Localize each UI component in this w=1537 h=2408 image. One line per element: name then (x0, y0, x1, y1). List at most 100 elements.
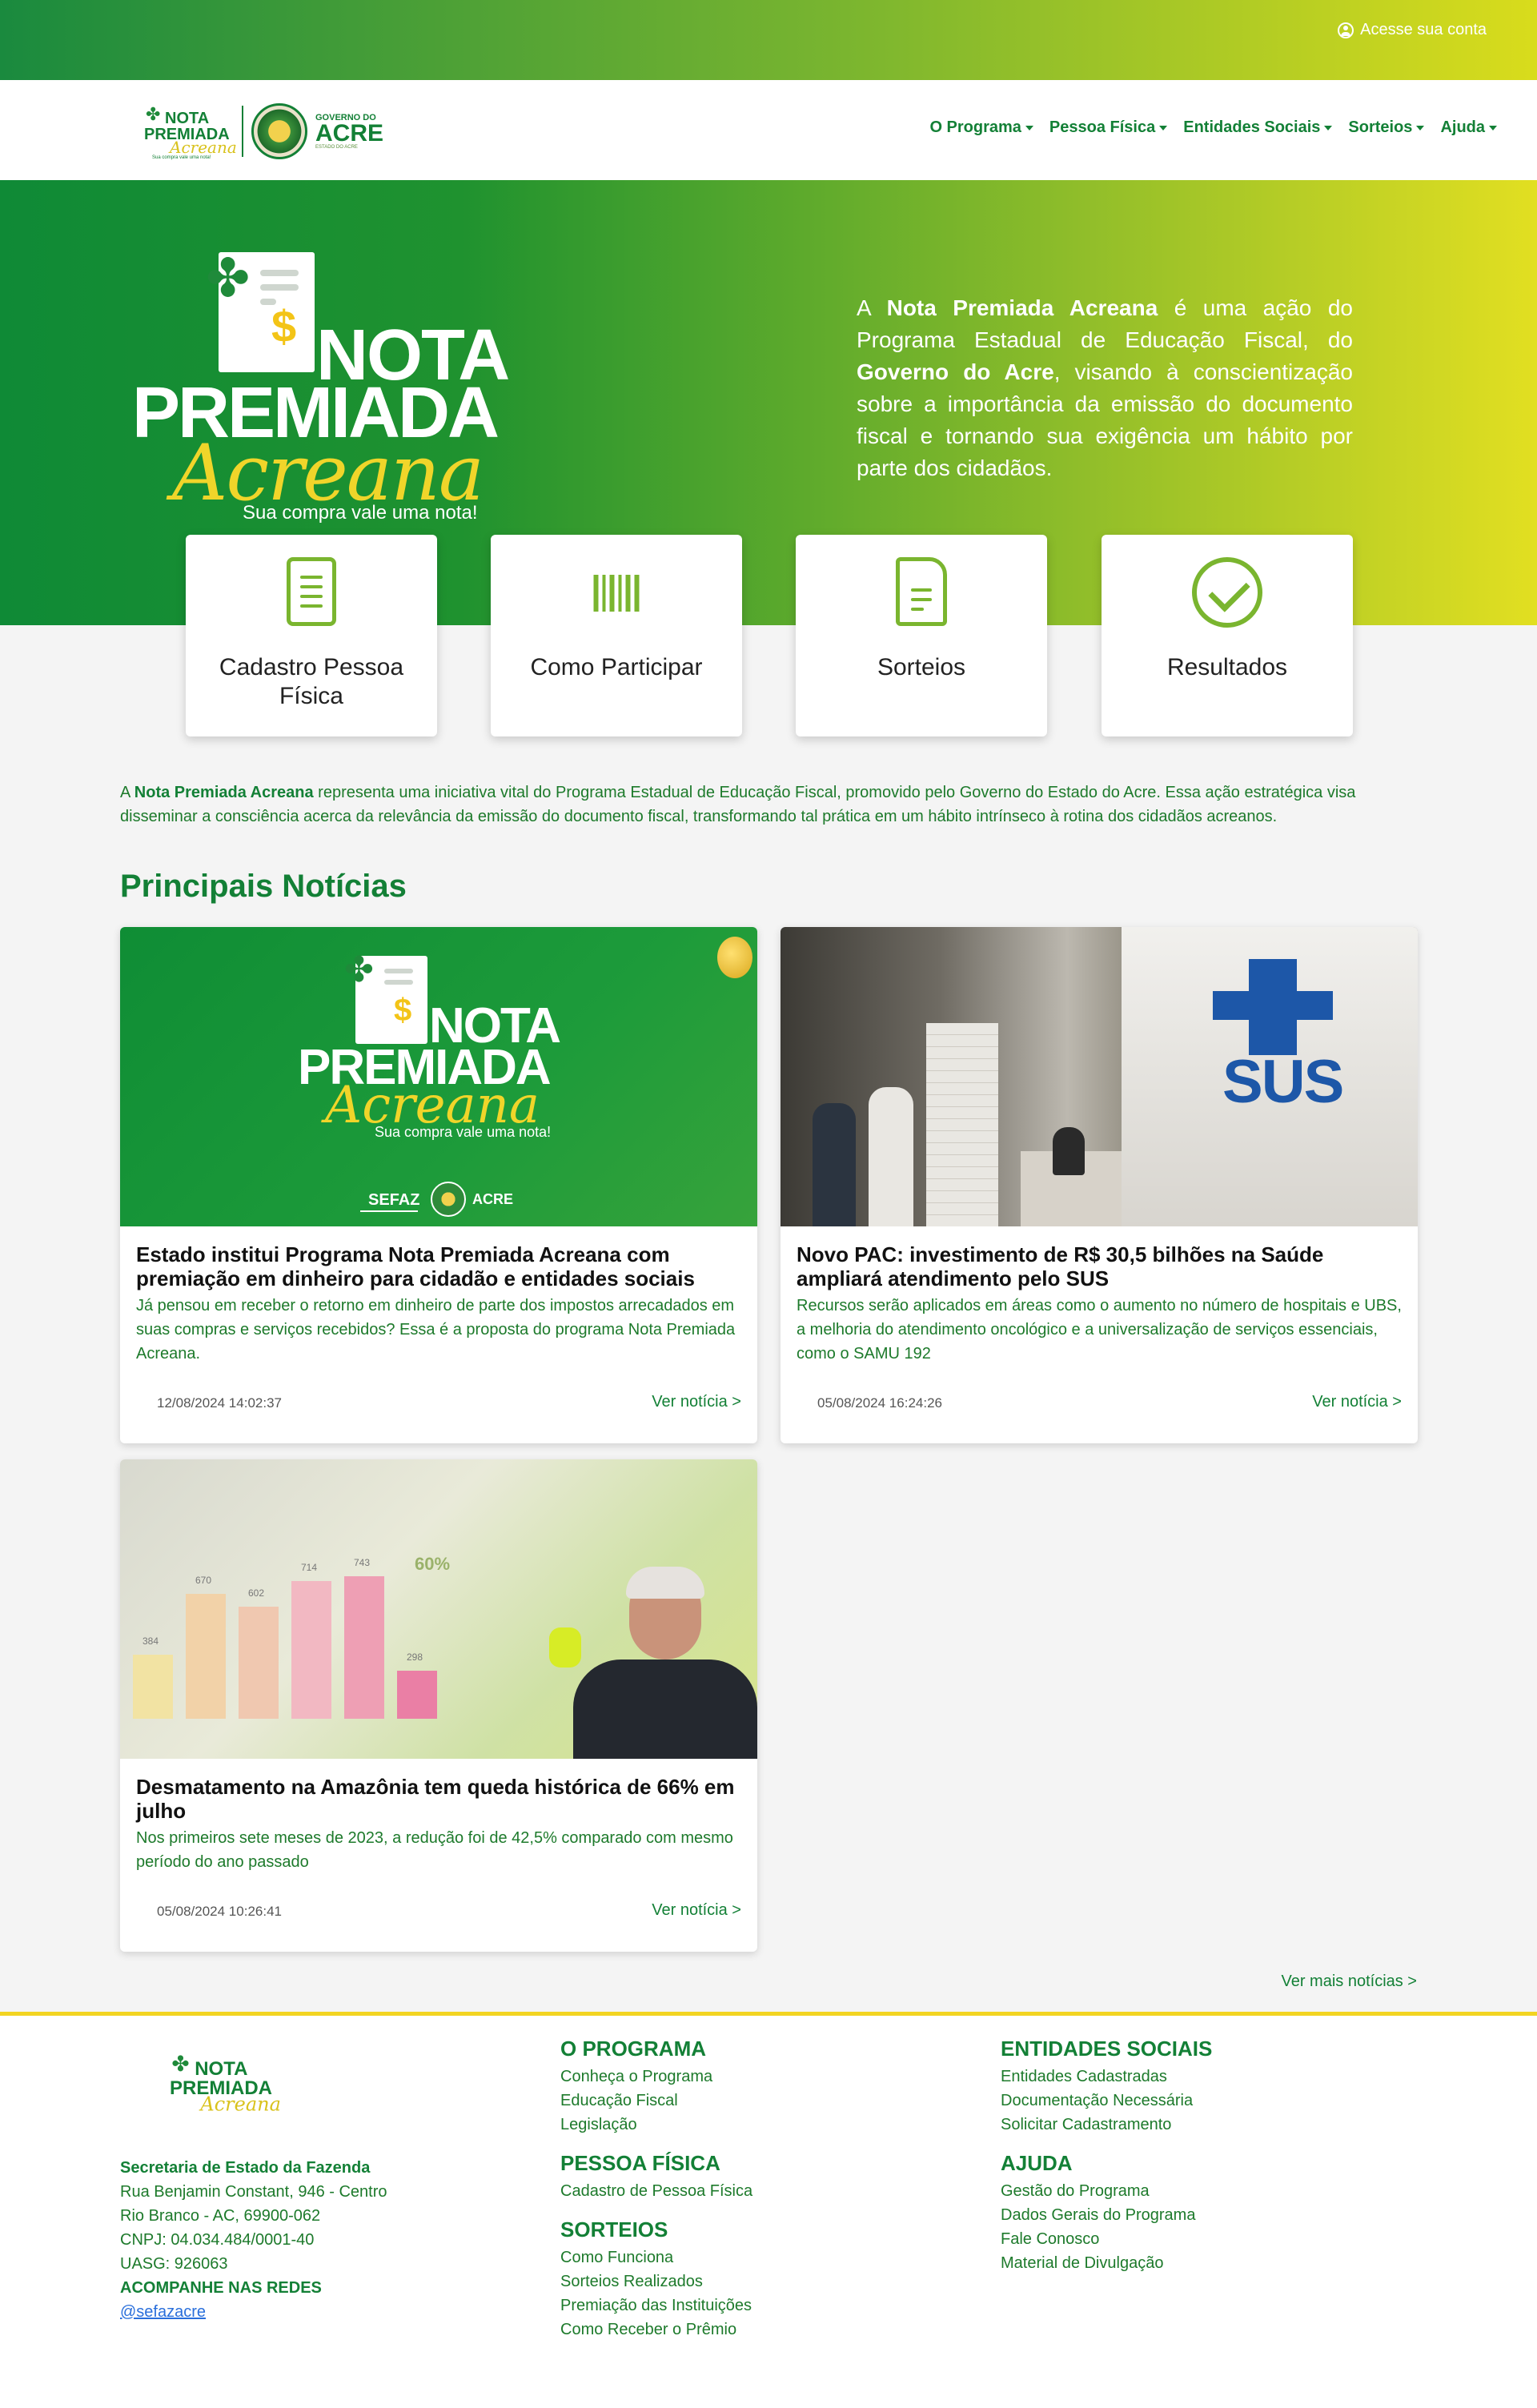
footer-column-1: O PROGRAMA Conheça o Programa Educação F… (560, 2037, 961, 2356)
logo-word-nota: NOTA (165, 110, 210, 127)
footer-org-name: Secretaria de Estado da Fazenda (120, 2159, 371, 2177)
news-read-more-link[interactable]: Ver notícia > (1312, 1393, 1402, 1411)
card-label: Como Participar (530, 654, 703, 680)
logo-word-nota: NOTA (195, 2058, 248, 2080)
footer-social-heading: ACOMPANHE NAS REDES (120, 2279, 322, 2297)
logo-word-acreana: Acreana (170, 138, 237, 157)
navbar: ✤ NOTA PREMIADA Acreana Sua compra vale … (0, 80, 1537, 180)
check-circle-icon (1192, 557, 1262, 628)
gov-acre-logo: GOVERNO DO ACRE ESTADO DO ACRE (315, 113, 383, 150)
footer-link[interactable]: Entidades Cadastradas (1001, 2065, 1401, 2089)
footer-link[interactable]: Material de Divulgação (1001, 2251, 1401, 2275)
footer-heading: SORTEIOS (560, 2217, 668, 2241)
news-card[interactable]: 384 670 602 714 743 298 60% Desmatamento… (120, 1459, 757, 1952)
top-bar: Acesse sua conta (0, 0, 1537, 80)
news-date: 05/08/2024 16:24:26 (817, 1395, 942, 1411)
barcode-icon (593, 557, 640, 612)
card-cadastro-pessoa-fisica[interactable]: Cadastro Pessoa Física (186, 535, 437, 736)
news-title[interactable]: Desmatamento na Amazônia tem queda histó… (136, 1775, 741, 1823)
news-image-text: SUS (1222, 1048, 1344, 1116)
card-sorteios[interactable]: Sorteios (796, 535, 1047, 736)
nav-item-label: Sorteios (1348, 118, 1413, 136)
caret-down-icon (1416, 125, 1425, 130)
news-title[interactable]: Estado institui Programa Nota Premiada A… (136, 1242, 741, 1290)
nav-item-label: Entidades Sociais (1183, 118, 1321, 136)
footer-uasg: UASG: 926063 (120, 2255, 228, 2273)
news-description: Já pensou em receber o retorno em dinhei… (136, 1297, 736, 1363)
news-card[interactable]: $ ✤ NOTA PREMIADA Acreana Sua compra val… (120, 927, 757, 1443)
brand-logo[interactable]: ✤ NOTA PREMIADA Acreana Sua compra vale … (144, 99, 383, 163)
hero-logo: $ ✤ NOTA PREMIADA Acreana Sua compra val… (132, 248, 532, 524)
caret-down-icon (1324, 125, 1333, 130)
hero-text-bold: Governo do Acre (857, 359, 1054, 384)
footer-link[interactable]: Dados Gerais do Programa (1001, 2203, 1401, 2227)
logo-divider (242, 106, 243, 157)
intro-text-part: A (120, 784, 134, 801)
news-date: 12/08/2024 14:02:37 (157, 1395, 282, 1411)
acre-seal-icon (251, 103, 307, 159)
account-link[interactable]: Acesse sua conta (1338, 21, 1487, 39)
news-read-more-link[interactable]: Ver notícia > (652, 1393, 741, 1411)
footer-link[interactable]: Conheça o Programa (560, 2065, 961, 2089)
clover-icon: ✤ (146, 104, 161, 124)
news-date: 05/08/2024 10:26:41 (157, 1904, 282, 1919)
speaker-figure (549, 1567, 757, 1759)
news-image-text: Sua compra vale uma nota! (375, 1124, 552, 1140)
footer-link[interactable]: Sorteios Realizados (560, 2270, 961, 2294)
intro-paragraph: A Nota Premiada Acreana representa uma i… (120, 781, 1409, 829)
news-read-more-link[interactable]: Ver notícia > (652, 1901, 741, 1920)
footer-link[interactable]: Legislação (560, 2113, 961, 2137)
file-icon (896, 557, 947, 626)
news-title[interactable]: Novo PAC: investimento de R$ 30,5 bilhõe… (797, 1242, 1402, 1290)
nav-item-entidades-sociais[interactable]: Entidades Sociais (1183, 118, 1333, 137)
chart-value-label: 743 (354, 1557, 371, 1568)
caret-down-icon (1025, 125, 1033, 130)
coin-icon (717, 937, 752, 978)
intro-bold: Nota Premiada Acreana (134, 784, 314, 801)
card-label: Cadastro Pessoa Física (219, 654, 404, 709)
caret-down-icon (1489, 125, 1497, 130)
nav-item-o-programa[interactable]: O Programa (929, 118, 1033, 137)
card-resultados[interactable]: Resultados (1102, 535, 1353, 736)
footer-social-link[interactable]: @sefazacre (120, 2300, 387, 2324)
logo-tagline: Sua compra vale uma nota! (152, 155, 211, 160)
footer-link[interactable]: Cadastro de Pessoa Física (560, 2179, 961, 2203)
nav-item-label: O Programa (929, 118, 1021, 136)
news-card[interactable]: SUS Novo PAC: investimento de R$ 30,5 bi… (781, 927, 1418, 1443)
footer-heading: AJUDA (1001, 2151, 1073, 2175)
footer-link[interactable]: Como Funciona (560, 2245, 961, 2270)
acre-seal-icon (431, 1182, 466, 1217)
footer-link[interactable]: Educação Fiscal (560, 2089, 961, 2113)
footer-heading: ENTIDADES SOCIAIS (1001, 2037, 1213, 2061)
card-como-participar[interactable]: Como Participar (491, 535, 742, 736)
caret-down-icon (1159, 125, 1168, 130)
footer-heading: PESSOA FÍSICA (560, 2151, 720, 2175)
footer: ✤ NOTA PREMIADA Acreana Secretaria de Es… (0, 2012, 1537, 2408)
news-image-text: SEFAZ (368, 1191, 420, 1209)
chart-value-label: 298 (407, 1651, 423, 1663)
footer-link[interactable]: Premiação das Instituições (560, 2294, 961, 2318)
nav-menu: O Programa Pessoa Física Entidades Socia… (929, 118, 1497, 137)
footer-link[interactable]: Solicitar Cadastramento (1001, 2113, 1401, 2137)
footer-link[interactable]: Gestão do Programa (1001, 2179, 1401, 2203)
account-label: Acesse sua conta (1360, 21, 1487, 38)
card-label: Resultados (1166, 654, 1288, 680)
chart-value-label: 602 (248, 1587, 265, 1599)
nota-premiada-logo: ✤ NOTA PREMIADA Acreana Sua compra vale … (144, 99, 237, 163)
chart-value-label: 670 (195, 1575, 212, 1586)
chart-value-label: 714 (301, 1562, 318, 1573)
footer-link[interactable]: Como Receber o Prêmio (560, 2318, 961, 2342)
logo-word-acreana: Acreana (200, 2092, 281, 2116)
document-icon (287, 557, 336, 626)
nav-item-ajuda[interactable]: Ajuda (1440, 118, 1497, 137)
footer-link[interactable]: Documentação Necessária (1001, 2089, 1401, 2113)
see-more-news-link[interactable]: Ver mais notícias > (1281, 1973, 1417, 1991)
news-image: SUS (781, 927, 1418, 1226)
footer-street: Rua Benjamin Constant, 946 - Centro (120, 2183, 387, 2201)
footer-link[interactable]: Fale Conosco (1001, 2227, 1401, 2251)
hero-text-part: A (857, 295, 887, 320)
gov-line-2: ACRE (315, 120, 384, 146)
nav-item-pessoa-fisica[interactable]: Pessoa Física (1049, 118, 1168, 137)
nav-item-sorteios[interactable]: Sorteios (1348, 118, 1425, 137)
user-circle-icon (1338, 22, 1354, 38)
